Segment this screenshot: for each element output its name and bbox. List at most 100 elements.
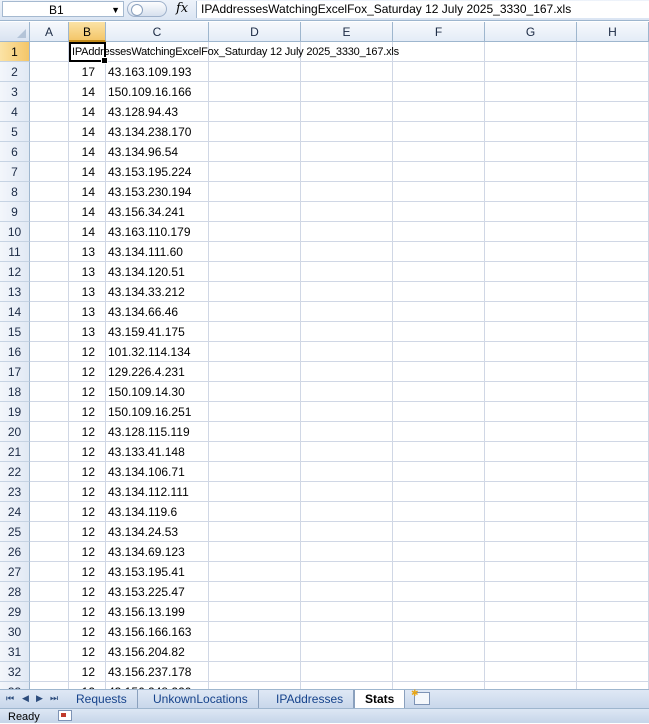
cell[interactable]: [301, 502, 393, 522]
count-cell[interactable]: 12: [69, 502, 106, 522]
cell[interactable]: [301, 562, 393, 582]
ip-address-cell[interactable]: 150.109.16.166: [106, 82, 209, 102]
next-sheet-icon[interactable]: ▶: [36, 693, 43, 704]
cell[interactable]: [393, 202, 485, 222]
ip-address-cell[interactable]: 43.156.237.178: [106, 662, 209, 682]
row-header[interactable]: 5: [0, 122, 30, 142]
ip-address-cell[interactable]: 43.156.34.241: [106, 202, 209, 222]
count-cell[interactable]: 12: [69, 422, 106, 442]
cell[interactable]: [485, 482, 577, 502]
cell[interactable]: [30, 402, 69, 422]
column-header-c[interactable]: C: [106, 22, 209, 42]
cell[interactable]: [209, 422, 301, 442]
ip-address-cell[interactable]: 43.153.195.224: [106, 162, 209, 182]
row-header[interactable]: 13: [0, 282, 30, 302]
cell[interactable]: [485, 362, 577, 382]
row-header[interactable]: 22: [0, 462, 30, 482]
cell[interactable]: [485, 102, 577, 122]
ip-address-cell[interactable]: 43.156.166.163: [106, 622, 209, 642]
cell[interactable]: [209, 262, 301, 282]
cell[interactable]: [209, 522, 301, 542]
cell[interactable]: [30, 542, 69, 562]
cell[interactable]: [485, 242, 577, 262]
first-sheet-icon[interactable]: ⏮: [6, 693, 14, 704]
cell[interactable]: [301, 242, 393, 262]
ip-address-cell[interactable]: 150.109.14.30: [106, 382, 209, 402]
column-header-e[interactable]: E: [301, 22, 393, 42]
count-cell[interactable]: 12: [69, 642, 106, 662]
ip-address-cell[interactable]: 43.134.120.51: [106, 262, 209, 282]
cell[interactable]: [577, 142, 649, 162]
cell[interactable]: [485, 282, 577, 302]
cell[interactable]: [301, 262, 393, 282]
ip-address-cell[interactable]: 43.134.66.46: [106, 302, 209, 322]
cell[interactable]: [209, 142, 301, 162]
cell[interactable]: [577, 182, 649, 202]
cell[interactable]: [393, 222, 485, 242]
cell[interactable]: [577, 42, 649, 62]
cell[interactable]: [577, 302, 649, 322]
row-header[interactable]: 24: [0, 502, 30, 522]
cell[interactable]: [393, 582, 485, 602]
cell[interactable]: [393, 642, 485, 662]
ip-address-cell[interactable]: 43.134.106.71: [106, 462, 209, 482]
cell[interactable]: [30, 582, 69, 602]
sheet-tab-stats[interactable]: Stats: [354, 690, 406, 708]
cell[interactable]: [301, 422, 393, 442]
cell[interactable]: [209, 302, 301, 322]
row-header[interactable]: 10: [0, 222, 30, 242]
cell[interactable]: [393, 342, 485, 362]
count-cell[interactable]: 14: [69, 82, 106, 102]
cell[interactable]: [393, 102, 485, 122]
cell[interactable]: [30, 322, 69, 342]
row-header[interactable]: 28: [0, 582, 30, 602]
cell[interactable]: [209, 582, 301, 602]
cell[interactable]: [485, 602, 577, 622]
cell[interactable]: [209, 662, 301, 682]
cell[interactable]: [30, 222, 69, 242]
cell[interactable]: [30, 162, 69, 182]
formula-bar-divider[interactable]: [127, 1, 167, 17]
cell[interactable]: [393, 62, 485, 82]
cell[interactable]: [301, 282, 393, 302]
cell[interactable]: [393, 82, 485, 102]
row-header[interactable]: 18: [0, 382, 30, 402]
cell[interactable]: [209, 242, 301, 262]
cell[interactable]: [209, 222, 301, 242]
cell[interactable]: [577, 642, 649, 662]
row-header[interactable]: 12: [0, 262, 30, 282]
cell[interactable]: [577, 202, 649, 222]
cell[interactable]: [577, 522, 649, 542]
ip-address-cell[interactable]: 43.159.41.175: [106, 322, 209, 342]
cell[interactable]: [301, 62, 393, 82]
cell[interactable]: [393, 142, 485, 162]
count-cell[interactable]: 12: [69, 482, 106, 502]
sheet-tab-unkownlocations[interactable]: UnkownLocations: [143, 690, 259, 708]
cell[interactable]: [393, 622, 485, 642]
cell[interactable]: [30, 342, 69, 362]
cell[interactable]: [577, 362, 649, 382]
row-header[interactable]: 6: [0, 142, 30, 162]
cell[interactable]: [301, 182, 393, 202]
cell[interactable]: [30, 602, 69, 622]
cell[interactable]: [485, 402, 577, 422]
cell[interactable]: [209, 382, 301, 402]
ip-address-cell[interactable]: 43.153.195.41: [106, 562, 209, 582]
column-header-b[interactable]: B: [69, 22, 106, 42]
cell[interactable]: [209, 462, 301, 482]
cell[interactable]: [577, 562, 649, 582]
cell[interactable]: [485, 82, 577, 102]
ip-address-cell[interactable]: 43.156.204.82: [106, 642, 209, 662]
cell[interactable]: [209, 442, 301, 462]
cell[interactable]: [577, 422, 649, 442]
insert-function-button[interactable]: fx: [176, 1, 188, 16]
cell[interactable]: [30, 142, 69, 162]
cell[interactable]: [577, 442, 649, 462]
cell[interactable]: [30, 182, 69, 202]
sheet-tab-requests[interactable]: Requests: [66, 690, 138, 708]
cell[interactable]: [485, 522, 577, 542]
cell[interactable]: [577, 542, 649, 562]
cell[interactable]: [209, 622, 301, 642]
cell[interactable]: [577, 242, 649, 262]
cell[interactable]: [30, 482, 69, 502]
